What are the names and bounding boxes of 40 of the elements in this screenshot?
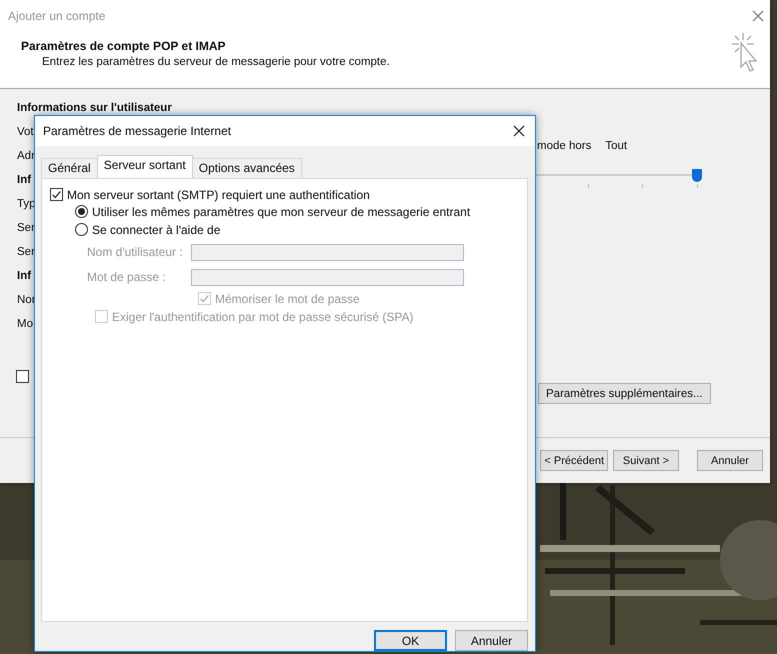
tab[interactable]: Général <box>41 158 98 178</box>
tab[interactable]: Options avancées <box>192 158 302 178</box>
section-heading: Inf <box>17 269 32 284</box>
section-heading: Inf <box>17 173 32 188</box>
field-label: Nom d'utilisateur : <box>87 245 184 260</box>
field-label: Ser <box>17 245 35 260</box>
dialog-button[interactable]: OK <box>374 630 447 651</box>
field-label: Vot <box>17 125 34 140</box>
checkmark-icon <box>199 293 210 304</box>
checkbox-label: Mémoriser le mot de passe <box>215 292 360 306</box>
checkmark-icon <box>51 189 62 200</box>
wizard-button[interactable]: Annuler <box>697 450 763 471</box>
checkbox[interactable] <box>50 188 63 202</box>
page-subheading: Entrez les paramètres du serveur de messagerie pour votre compte. <box>42 56 390 68</box>
dialog-title: Paramètres de messagerie Internet <box>43 124 232 138</box>
cursor-icon <box>730 31 758 73</box>
slider-thumb[interactable] <box>692 169 702 182</box>
more-settings-button[interactable]: Paramètres supplémentaires... <box>538 383 711 404</box>
radio-button[interactable] <box>75 205 88 218</box>
field-label: Ser <box>17 221 35 236</box>
tab[interactable]: Serveur sortant <box>96 154 193 178</box>
field-label: Mo <box>17 317 33 332</box>
wizard-button[interactable]: < Précédent <box>540 450 608 471</box>
section-heading: Informations sur l'utilisateur <box>17 101 172 116</box>
checkbox[interactable] <box>16 370 29 383</box>
field-label: Nor <box>17 293 36 308</box>
radio-label: Se connecter à l'aide de <box>92 222 220 237</box>
wizard-button[interactable]: Suivant > <box>613 450 679 471</box>
radio-button[interactable] <box>75 223 88 236</box>
window-title: Ajouter un compte <box>8 9 106 23</box>
field-label: Mot de passe : <box>87 270 167 284</box>
checkbox-label: Exiger l'authentification par mot de passe sécurisé (SPA) <box>112 310 414 324</box>
page-heading: Paramètres de compte POP et IMAP <box>21 39 227 53</box>
close-icon[interactable] <box>513 124 525 137</box>
radio-label: Utiliser les mêmes paramètres que mon serveur de messagerie entrant <box>92 204 470 219</box>
dialog-button[interactable]: Annuler <box>455 630 528 651</box>
slider-label: mode hors <box>537 140 592 152</box>
slider-label: Tout <box>605 140 628 152</box>
field-label: Adr <box>17 149 35 164</box>
checkbox-label: Mon serveur sortant (SMTP) requiert une authentification <box>67 188 370 202</box>
